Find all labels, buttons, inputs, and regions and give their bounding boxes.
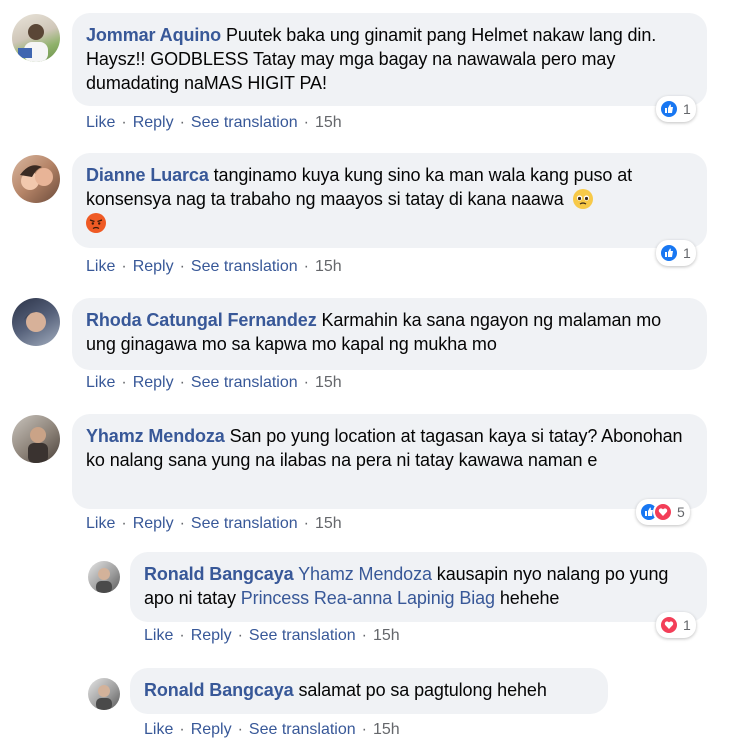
- timestamp[interactable]: 15h: [315, 258, 342, 275]
- timestamp[interactable]: 15h: [315, 114, 342, 131]
- separator: ·: [237, 627, 243, 644]
- reaction-count: 5: [677, 504, 685, 520]
- angry-face-emoji: [86, 213, 106, 233]
- comment-bubble: Jommar Aquino Puutek baka ung ginamit pa…: [72, 13, 707, 106]
- love-reaction-icon: [659, 615, 679, 635]
- like-reaction-icon: [659, 243, 679, 263]
- reply-link[interactable]: Reply: [191, 627, 232, 644]
- like-link[interactable]: Like: [144, 627, 173, 644]
- comment-author[interactable]: Jommar Aquino: [86, 25, 221, 45]
- comment-text: salamat po sa pagtulong heheh: [293, 680, 547, 700]
- reply-link[interactable]: Reply: [191, 721, 232, 738]
- comment-author[interactable]: Rhoda Catungal Fernandez: [86, 310, 317, 330]
- comment-actions: Like · Reply · See translation · 15h: [86, 257, 342, 277]
- like-link[interactable]: Like: [86, 258, 115, 275]
- avatar[interactable]: [12, 298, 60, 346]
- separator: ·: [237, 721, 243, 738]
- see-translation-link[interactable]: See translation: [249, 721, 356, 738]
- separator: ·: [179, 721, 185, 738]
- reaction-count: 1: [683, 101, 691, 117]
- avatar[interactable]: [88, 678, 120, 710]
- pleading-face-emoji: [572, 189, 593, 209]
- avatar[interactable]: [12, 14, 60, 62]
- see-translation-link[interactable]: See translation: [191, 114, 298, 131]
- comment-actions: Like · Reply · See translation · 15h: [86, 514, 342, 534]
- reaction-summary[interactable]: 1: [656, 612, 696, 638]
- comment-author[interactable]: Ronald Bangcaya: [144, 564, 294, 584]
- like-link[interactable]: Like: [86, 114, 115, 131]
- comment-actions: Like · Reply · See translation · 15h: [86, 373, 342, 393]
- like-link[interactable]: Like: [86, 515, 115, 532]
- reply-link[interactable]: Reply: [133, 374, 174, 391]
- reaction-summary[interactable]: 5: [636, 499, 690, 525]
- like-link[interactable]: Like: [144, 721, 173, 738]
- avatar[interactable]: [88, 561, 120, 593]
- separator: ·: [121, 374, 127, 391]
- separator: ·: [121, 258, 127, 275]
- reaction-count: 1: [683, 617, 691, 633]
- comment-bubble: Yhamz Mendoza San po yung location at ta…: [72, 414, 707, 509]
- timestamp[interactable]: 15h: [373, 721, 400, 738]
- separator: ·: [361, 721, 367, 738]
- see-translation-link[interactable]: See translation: [191, 258, 298, 275]
- comment-author[interactable]: Ronald Bangcaya: [144, 680, 294, 700]
- separator: ·: [179, 627, 185, 644]
- separator: ·: [179, 515, 185, 532]
- see-translation-link[interactable]: See translation: [191, 374, 298, 391]
- like-reaction-icon: [659, 99, 679, 119]
- separator: ·: [303, 258, 309, 275]
- like-link[interactable]: Like: [86, 374, 115, 391]
- reply-link[interactable]: Reply: [133, 114, 174, 131]
- timestamp[interactable]: 15h: [373, 627, 400, 644]
- timestamp[interactable]: 15h: [315, 515, 342, 532]
- see-translation-link[interactable]: See translation: [249, 627, 356, 644]
- comment-bubble: Rhoda Catungal Fernandez Karmahin ka san…: [72, 298, 707, 370]
- separator: ·: [121, 114, 127, 131]
- comment-actions: Like · Reply · See translation · 15h: [86, 113, 342, 133]
- comment-bubble: Ronald Bangcaya salamat po sa pagtulong …: [130, 668, 608, 714]
- mention-link[interactable]: Princess Rea-anna Lapinig Biag: [241, 588, 495, 608]
- separator: ·: [361, 627, 367, 644]
- comment-author[interactable]: Dianne Luarca: [86, 165, 209, 185]
- separator: ·: [303, 374, 309, 391]
- separator: ·: [179, 374, 185, 391]
- separator: ·: [179, 114, 185, 131]
- comment-actions: Like · Reply · See translation · 15h: [144, 626, 400, 646]
- avatar[interactable]: [12, 155, 60, 203]
- separator: ·: [303, 114, 309, 131]
- comment-author[interactable]: Yhamz Mendoza: [86, 426, 225, 446]
- reaction-summary[interactable]: 1: [656, 96, 696, 122]
- mention-link[interactable]: Yhamz Mendoza: [298, 564, 432, 584]
- comment-bubble: Ronald Bangcaya Yhamz Mendoza kausapin n…: [130, 552, 707, 622]
- reaction-summary[interactable]: 1: [656, 240, 696, 266]
- reply-link[interactable]: Reply: [133, 258, 174, 275]
- see-translation-link[interactable]: See translation: [191, 515, 298, 532]
- love-reaction-icon: [653, 502, 673, 522]
- comment-text: hehehe: [494, 588, 560, 608]
- comment-bubble: Dianne Luarca tanginamo kuya kung sino k…: [72, 153, 707, 248]
- separator: ·: [179, 258, 185, 275]
- avatar[interactable]: [12, 415, 60, 463]
- reply-link[interactable]: Reply: [133, 515, 174, 532]
- comment-actions: Like · Reply · See translation · 15h: [144, 720, 400, 740]
- reaction-count: 1: [683, 245, 691, 261]
- separator: ·: [121, 515, 127, 532]
- separator: ·: [303, 515, 309, 532]
- timestamp[interactable]: 15h: [315, 374, 342, 391]
